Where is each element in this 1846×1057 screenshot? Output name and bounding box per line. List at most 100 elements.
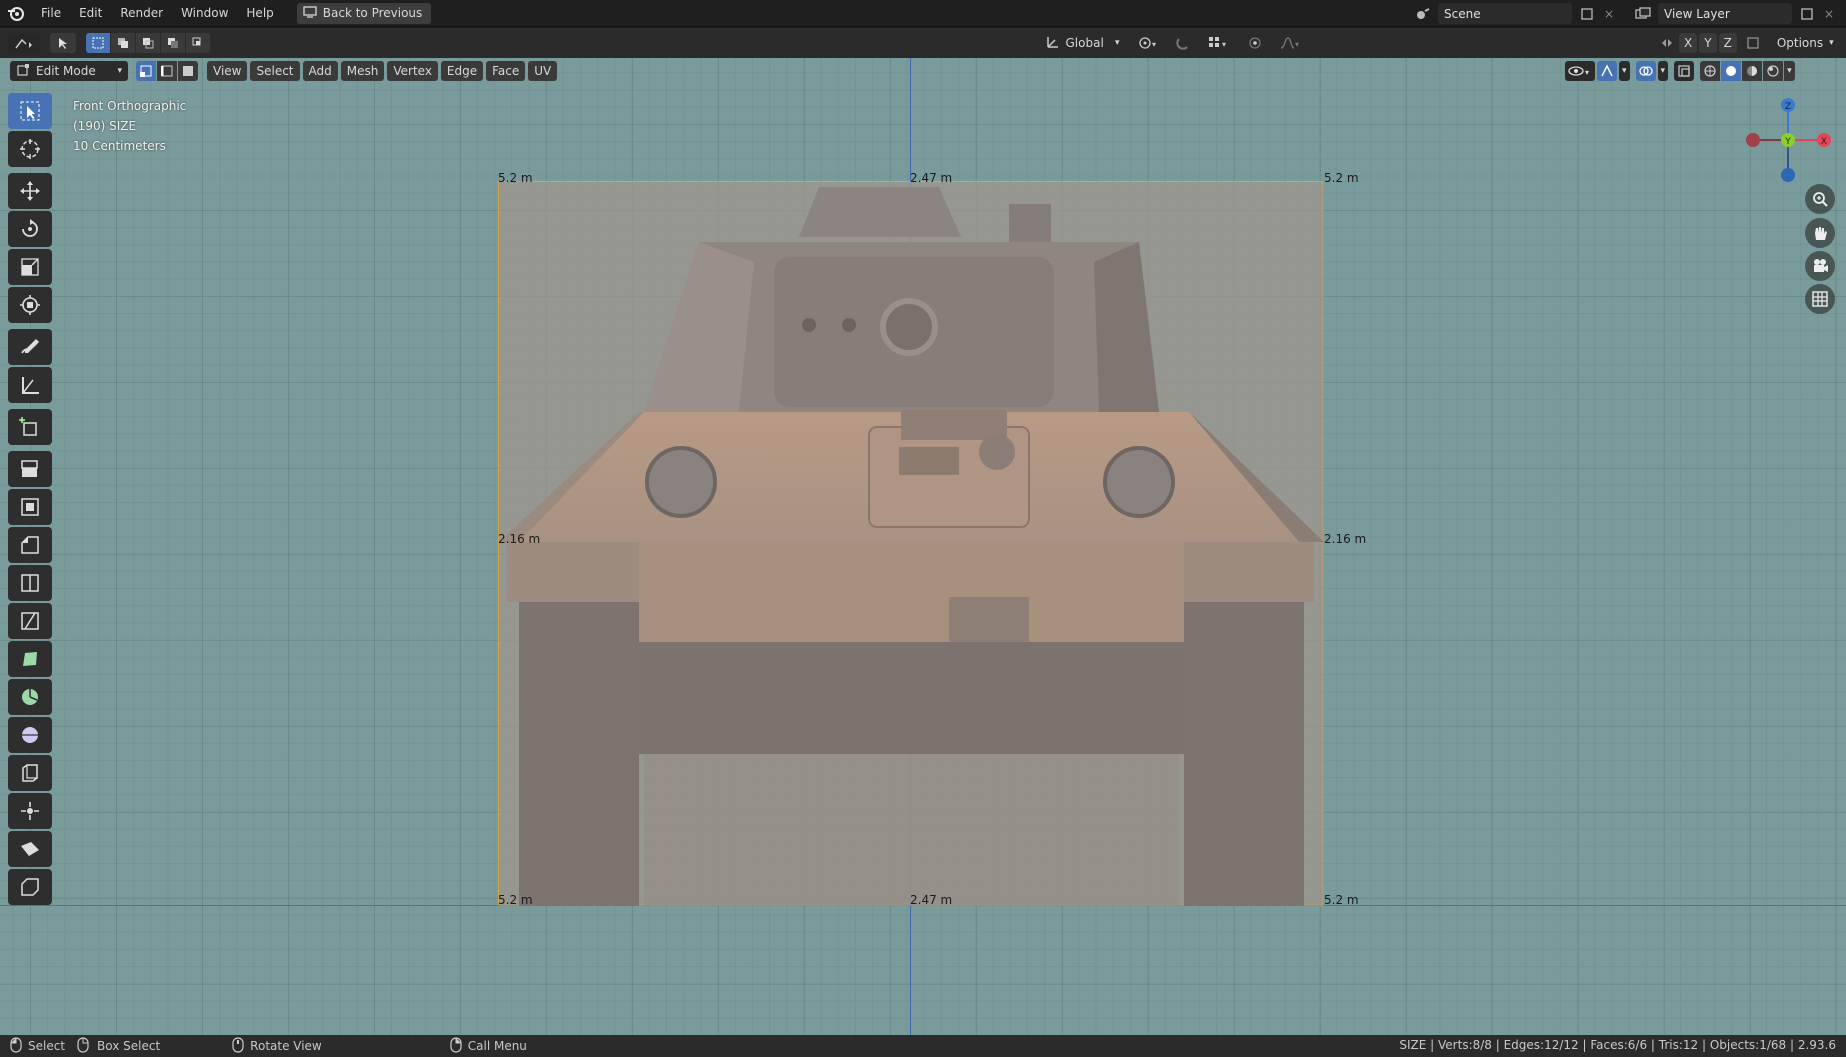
- xray-toggle-icon[interactable]: [1674, 61, 1695, 81]
- wireframe-shading-icon[interactable]: [1700, 61, 1721, 81]
- visibility-eye-icon[interactable]: ▾: [1565, 61, 1595, 81]
- scene-label: Scene: [1444, 6, 1481, 21]
- camera-view-icon[interactable]: [1805, 251, 1835, 281]
- menu-file[interactable]: File: [32, 0, 70, 27]
- close-view-layer-icon[interactable]: ×: [1822, 3, 1836, 24]
- snap-target-dropdown[interactable]: ▾: [1201, 33, 1236, 53]
- measure-icon[interactable]: [8, 367, 52, 403]
- edge-select-icon[interactable]: [157, 61, 177, 81]
- inset-icon[interactable]: [8, 489, 52, 525]
- rotate-icon[interactable]: [8, 211, 52, 247]
- poly-build-icon[interactable]: [8, 641, 52, 677]
- menu-help[interactable]: Help: [237, 0, 282, 27]
- mirror-y-toggle[interactable]: Y: [1699, 33, 1717, 53]
- menu-edge[interactable]: Edge: [440, 61, 484, 81]
- shading-dropdown-icon[interactable]: ▾: [1784, 61, 1795, 81]
- pivot-point-dropdown[interactable]: ▾: [1131, 33, 1164, 53]
- 3d-viewport[interactable]: 5.2 m 2.47 m 5.2 m 2.16 m 2.16 m 5.2 m 2…: [0, 58, 1846, 1035]
- options-dropdown[interactable]: Options ▾: [1770, 33, 1840, 53]
- orientation-dropdown[interactable]: Global ▾: [1039, 33, 1126, 53]
- new-view-layer-icon[interactable]: [1796, 3, 1818, 24]
- falloff-dropdown[interactable]: ▾: [1273, 33, 1308, 53]
- intersect-selection-icon[interactable]: [186, 33, 210, 53]
- move-icon[interactable]: [8, 173, 52, 209]
- subtract-selection-icon[interactable]: [136, 33, 160, 53]
- neg-x-axis-ball[interactable]: [1746, 133, 1760, 147]
- neg-z-axis-ball[interactable]: [1781, 168, 1795, 182]
- cursor-icon[interactable]: [8, 131, 52, 167]
- face-select-icon[interactable]: [178, 61, 198, 81]
- orthographic-grid-icon[interactable]: [1805, 284, 1835, 314]
- extend-selection-icon[interactable]: [111, 33, 135, 53]
- mirror-z-toggle[interactable]: Z: [1718, 33, 1737, 53]
- proportional-editing-icon[interactable]: [1241, 33, 1268, 53]
- shear-icon[interactable]: [8, 831, 52, 867]
- overlays-dropdown-icon[interactable]: ▾: [1657, 61, 1669, 81]
- close-scene-icon[interactable]: ×: [1602, 3, 1616, 24]
- reference-image-plane[interactable]: [498, 181, 1324, 906]
- add-cube-icon[interactable]: [8, 409, 52, 445]
- smooth-icon[interactable]: [8, 717, 52, 753]
- menu-render[interactable]: Render: [111, 0, 172, 27]
- dim-bottom-left: 5.2 m: [498, 893, 533, 907]
- orientation-label: Global: [1065, 36, 1104, 50]
- menu-edit[interactable]: Edit: [70, 0, 111, 27]
- blender-logo-icon[interactable]: [0, 0, 32, 27]
- new-scene-icon[interactable]: [1576, 3, 1598, 24]
- material-shading-icon[interactable]: [1742, 61, 1763, 81]
- back-to-previous-button[interactable]: Back to Previous: [296, 2, 432, 24]
- edge-slide-icon[interactable]: [8, 755, 52, 791]
- scene-field[interactable]: Scene: [1438, 3, 1572, 24]
- navigation-gizmo[interactable]: Z X Y: [1740, 93, 1840, 193]
- difference-selection-icon[interactable]: [161, 33, 185, 53]
- overlays-toggle-icon[interactable]: [1635, 61, 1656, 81]
- active-tool-button[interactable]: [50, 33, 76, 53]
- annotate-icon[interactable]: [8, 329, 52, 365]
- menu-view[interactable]: View: [207, 61, 248, 81]
- view-layer-field[interactable]: View Layer: [1658, 3, 1792, 24]
- menu-add[interactable]: Add: [302, 61, 338, 81]
- gizmo-toggle-icon[interactable]: [1597, 61, 1617, 81]
- topology-mirror-icon[interactable]: [1742, 33, 1763, 53]
- header-menus: View Select Add Mesh Vertex Edge Face UV: [207, 61, 558, 81]
- view-layer-label: View Layer: [1664, 6, 1730, 21]
- select-box-icon[interactable]: [8, 93, 52, 129]
- view-layer-icon[interactable]: [1632, 3, 1654, 24]
- pan-hand-icon[interactable]: [1805, 218, 1835, 248]
- extrude-icon[interactable]: [8, 451, 52, 487]
- grid-scale: 10 Centimeters: [73, 139, 166, 153]
- svg-text:Y: Y: [1784, 137, 1791, 147]
- menu-vertex[interactable]: Vertex: [387, 61, 438, 81]
- scene-statistics: SIZE | Verts:8/8 | Edges:12/12 | Faces:6…: [1399, 1038, 1836, 1052]
- solid-shading-icon[interactable]: [1721, 61, 1742, 81]
- transform-icon[interactable]: [8, 287, 52, 323]
- rendered-shading-icon[interactable]: [1763, 61, 1784, 81]
- vertex-select-icon[interactable]: [136, 61, 156, 81]
- snap-toggle-icon[interactable]: [1169, 33, 1196, 53]
- zoom-icon[interactable]: [1805, 184, 1835, 214]
- rip-icon[interactable]: [8, 869, 52, 905]
- mirror-icon[interactable]: [1657, 33, 1677, 53]
- chevron-down-icon: ▾: [1114, 38, 1120, 48]
- gizmo-dropdown-icon[interactable]: ▾: [1619, 61, 1630, 81]
- screen-icon: [303, 5, 317, 21]
- menu-mesh[interactable]: Mesh: [340, 61, 385, 81]
- scene-selector-area: Scene × View Layer ×: [1412, 3, 1836, 24]
- spin-icon[interactable]: [8, 679, 52, 715]
- editor-type-button[interactable]: [8, 33, 40, 53]
- menu-face[interactable]: Face: [486, 61, 526, 81]
- mirror-x-toggle[interactable]: X: [1679, 33, 1698, 53]
- menu-uv[interactable]: UV: [528, 61, 558, 81]
- options-label: Options: [1776, 36, 1824, 50]
- set-selection-icon[interactable]: [86, 33, 110, 53]
- scale-icon[interactable]: [8, 249, 52, 285]
- loop-cut-icon[interactable]: [8, 565, 52, 601]
- shrink-fatten-icon[interactable]: [8, 793, 52, 829]
- menu-select[interactable]: Select: [250, 61, 300, 81]
- scene-icon[interactable]: [1412, 3, 1434, 24]
- knife-icon[interactable]: [8, 603, 52, 639]
- menu-window[interactable]: Window: [172, 0, 237, 27]
- dim-top-center: 2.47 m: [910, 171, 953, 185]
- mode-dropdown[interactable]: Edit Mode ▾: [10, 61, 128, 81]
- bevel-icon[interactable]: [8, 527, 52, 563]
